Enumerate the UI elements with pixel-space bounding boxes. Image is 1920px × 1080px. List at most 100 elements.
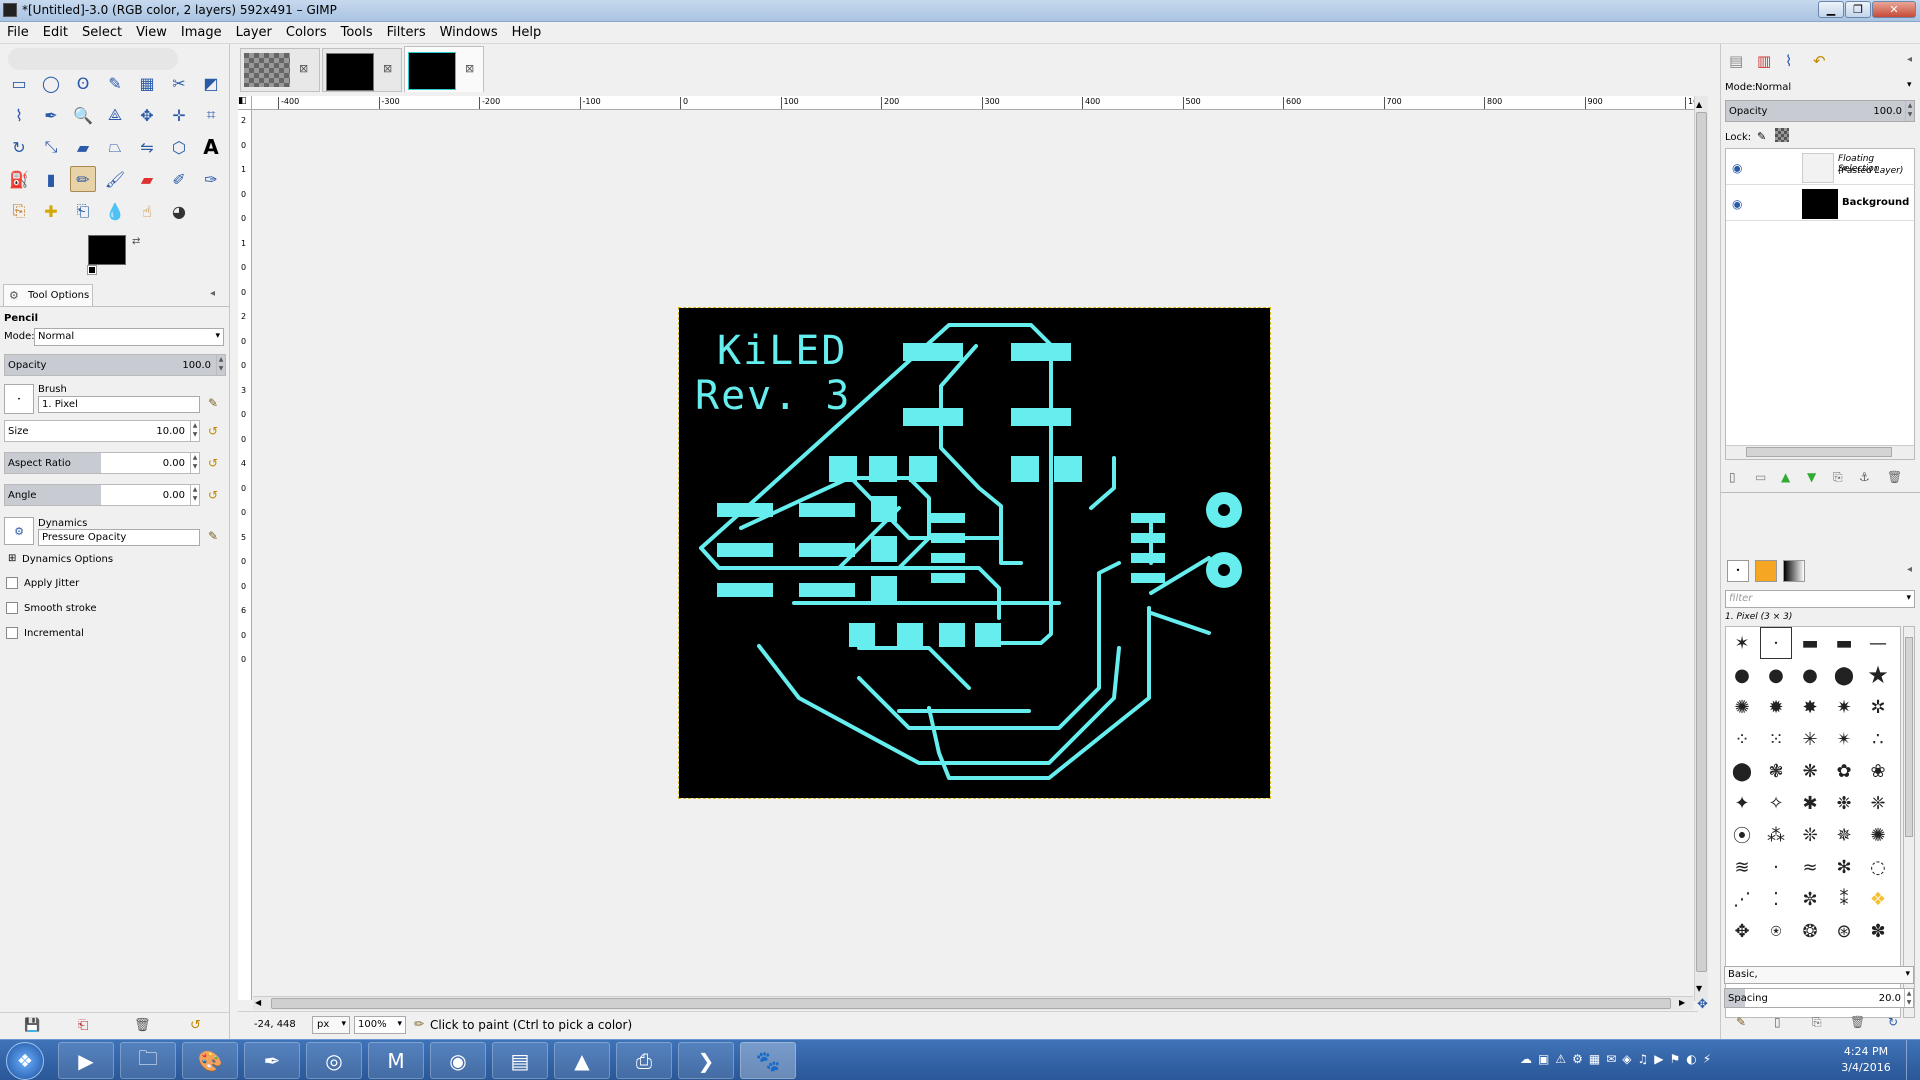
blur-icon[interactable]: 💧 bbox=[102, 198, 128, 224]
brush-item[interactable]: ✦ bbox=[1726, 787, 1758, 819]
mode-dropdown[interactable]: Normal ▾ bbox=[34, 328, 224, 346]
fuzzy-select-icon[interactable]: ✎ bbox=[102, 70, 128, 96]
scroll-up-icon[interactable]: ▲ bbox=[1696, 100, 1702, 109]
color-picker-icon[interactable]: ✒ bbox=[38, 102, 64, 128]
edit-brush-icon[interactable]: ✎ bbox=[1736, 1015, 1746, 1029]
shear-icon[interactable]: ▰ bbox=[70, 134, 96, 160]
layer-background[interactable]: ◉ Background bbox=[1726, 187, 1916, 221]
altium-icon[interactable]: ▲ bbox=[554, 1042, 610, 1079]
free-select-icon[interactable]: ʘ bbox=[70, 70, 96, 96]
horizontal-scroll-thumb[interactable] bbox=[271, 998, 1671, 1009]
image-canvas[interactable]: KiLED Rev. 3 bbox=[678, 307, 1271, 799]
smooth-stroke-checkbox[interactable] bbox=[6, 602, 18, 614]
brush-item[interactable]: ✳ bbox=[1794, 723, 1826, 755]
lock-pixels-icon[interactable]: ✎ bbox=[1757, 130, 1766, 143]
brush-item[interactable]: ✿ bbox=[1828, 755, 1860, 787]
configure-tab-icon[interactable]: ◂ bbox=[1907, 564, 1912, 575]
close-window-button[interactable]: ✕ bbox=[1872, 1, 1916, 18]
pdf-app-icon[interactable]: ⎙ bbox=[616, 1042, 672, 1079]
configure-tab-icon[interactable]: ◂ bbox=[1907, 54, 1912, 65]
brush-item[interactable]: ◌ bbox=[1862, 851, 1894, 883]
layer-floating-selection[interactable]: ◉ Floating Selection (Pasted Layer) bbox=[1726, 151, 1916, 185]
powershell-icon[interactable]: ❯ bbox=[678, 1042, 734, 1079]
brushes-scrollbar[interactable] bbox=[1903, 626, 1915, 1018]
brush-item[interactable]: ∴ bbox=[1862, 723, 1894, 755]
paths-icon[interactable]: ⌇ bbox=[6, 102, 32, 128]
tab-layers[interactable]: ▤ bbox=[1729, 52, 1743, 70]
brush-item[interactable]: ⁑ bbox=[1828, 883, 1860, 915]
clock-date[interactable]: 3/4/2016 bbox=[1836, 1061, 1896, 1074]
opacity-slider[interactable]: Opacity 100.0 ▲ ▼ bbox=[4, 354, 226, 376]
crop-icon[interactable]: ⌗ bbox=[198, 102, 224, 128]
angle-spinner[interactable]: ▲ ▼ bbox=[190, 485, 199, 505]
color-select-icon[interactable]: ▦ bbox=[134, 70, 160, 96]
menu-edit[interactable]: Edit bbox=[36, 22, 75, 40]
brush-item[interactable]: ❃ bbox=[1760, 755, 1792, 787]
brush-item[interactable]: ✥ bbox=[1726, 915, 1758, 947]
tab-undo[interactable]: ↶ bbox=[1813, 52, 1826, 70]
chrome-icon[interactable]: ◎ bbox=[306, 1042, 362, 1079]
menu-view[interactable]: View bbox=[129, 22, 174, 40]
menu-filters[interactable]: Filters bbox=[380, 22, 433, 40]
show-desktop-button[interactable] bbox=[1906, 1040, 1920, 1080]
menu-colors[interactable]: Colors bbox=[279, 22, 334, 40]
blend-icon[interactable]: ▮ bbox=[38, 166, 64, 192]
brush-item[interactable]: ● bbox=[1726, 659, 1758, 691]
dynamics-options-expander[interactable]: Dynamics Options bbox=[22, 554, 113, 565]
unit-dropdown[interactable]: px ▾ bbox=[312, 1016, 350, 1034]
brush-item[interactable]: ⁚ bbox=[1760, 883, 1792, 915]
brush-item[interactable]: ⁘ bbox=[1726, 723, 1758, 755]
delete-options-icon[interactable]: 🗑 bbox=[134, 1018, 151, 1033]
menu-file[interactable]: File bbox=[0, 22, 36, 40]
media-player-icon[interactable]: ▶ bbox=[58, 1042, 114, 1079]
reset-options-icon[interactable]: ↺ bbox=[190, 1018, 201, 1033]
zoom-dropdown[interactable]: 100% ▾ bbox=[354, 1016, 406, 1034]
eye-icon[interactable]: ◉ bbox=[1732, 161, 1742, 175]
apply-jitter-checkbox[interactable] bbox=[6, 577, 18, 589]
maximize-button[interactable]: ❐ bbox=[1845, 1, 1871, 18]
tab-tool-options[interactable]: ⚙ Tool Options bbox=[3, 284, 93, 306]
text-icon[interactable]: A bbox=[198, 134, 224, 160]
menu-tools[interactable]: Tools bbox=[334, 22, 380, 40]
new-brush-icon[interactable]: ▯ bbox=[1774, 1015, 1781, 1029]
brush-item[interactable]: ✴ bbox=[1828, 723, 1860, 755]
close-icon[interactable]: ⊠ bbox=[383, 62, 392, 75]
new-group-icon[interactable]: ▭ bbox=[1755, 470, 1766, 484]
reset-angle-icon[interactable]: ↺ bbox=[208, 488, 218, 502]
brush-item[interactable]: ❋ bbox=[1794, 755, 1826, 787]
zoom-icon[interactable]: 🔍 bbox=[70, 102, 96, 128]
ruler-corner-icon[interactable]: ◧ bbox=[238, 96, 252, 109]
configure-tab-icon[interactable]: ◂ bbox=[210, 288, 215, 299]
brush-item[interactable]: ≋ bbox=[1726, 851, 1758, 883]
menu-select[interactable]: Select bbox=[75, 22, 129, 40]
brush-item[interactable]: ❉ bbox=[1828, 787, 1860, 819]
perspective-clone-icon[interactable]: ⎗ bbox=[70, 198, 96, 224]
clone-icon[interactable]: ⎘ bbox=[6, 198, 32, 224]
minimize-button[interactable]: ▁ bbox=[1818, 1, 1844, 18]
ellipse-select-icon[interactable]: ◯ bbox=[38, 70, 64, 96]
vertical-ruler[interactable]: 2 0 1 0 0 1 0 0 2 0 0 3 0 0 4 0 0 5 0 0 6 0 0 bbox=[238, 110, 252, 1000]
brush-item[interactable]: — bbox=[1862, 627, 1894, 659]
delete-brush-icon[interactable]: 🗑 bbox=[1850, 1015, 1865, 1029]
gimp-taskbar-icon[interactable]: 🐾 bbox=[740, 1042, 796, 1079]
airbrush-icon[interactable]: ✐ bbox=[166, 166, 192, 192]
document-app-icon[interactable]: ▤ bbox=[492, 1042, 548, 1079]
horizontal-ruler[interactable]: ◧ -400 -300 -200 -100 0 100 200 300 400 500 600 700… bbox=[238, 96, 1698, 110]
default-colors-icon[interactable] bbox=[87, 265, 97, 275]
vertical-scrollbar[interactable]: ▲ ▼ bbox=[1694, 96, 1708, 1001]
rotate-icon[interactable]: ↻ bbox=[6, 134, 32, 160]
incremental-checkbox[interactable] bbox=[6, 627, 18, 639]
aspect-ratio-slider[interactable]: Aspect Ratio 0.00 ▲ ▼ bbox=[4, 452, 200, 474]
tab-gradients[interactable] bbox=[1783, 560, 1805, 582]
reset-aspect-icon[interactable]: ↺ bbox=[208, 456, 218, 470]
brush-item[interactable]: ≈ bbox=[1794, 851, 1826, 883]
rect-select-icon[interactable]: ▭ bbox=[6, 70, 32, 96]
anchor-layer-icon[interactable]: ⚓ bbox=[1859, 470, 1870, 484]
tab-patterns[interactable] bbox=[1755, 560, 1777, 582]
menu-layer[interactable]: Layer bbox=[229, 22, 279, 40]
save-options-icon[interactable]: 💾 bbox=[24, 1018, 40, 1033]
brush-item[interactable]: ✺ bbox=[1862, 819, 1894, 851]
brush-item[interactable]: ✻ bbox=[1828, 851, 1860, 883]
brush-item[interactable]: ✼ bbox=[1794, 883, 1826, 915]
brush-item[interactable]: ⦿ bbox=[1726, 819, 1758, 851]
